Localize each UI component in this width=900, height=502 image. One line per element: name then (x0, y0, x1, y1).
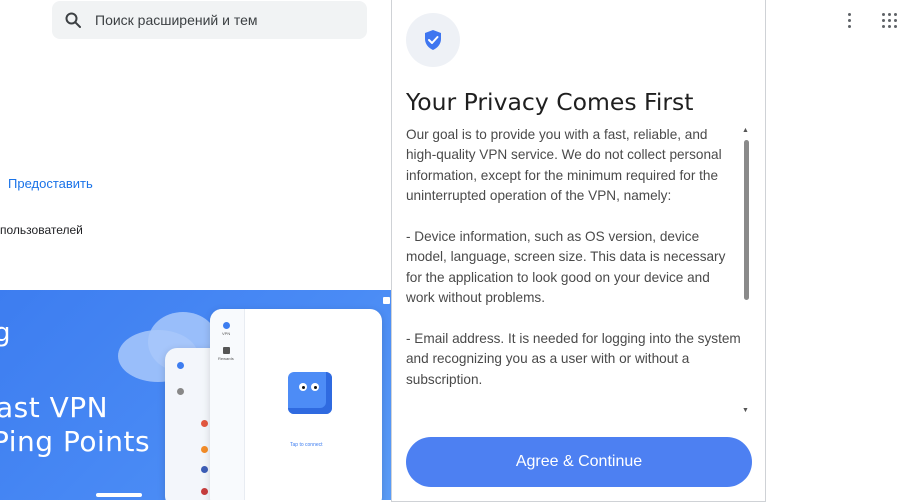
provide-link[interactable]: Предоставить (8, 176, 93, 191)
shield-check-icon (425, 30, 441, 50)
phone-mockup-front: VPN Rewards Tap to connect (210, 309, 382, 500)
banner-headline-line1: ast VPN (0, 391, 109, 424)
search-input[interactable]: Поиск расширений и тем (95, 12, 258, 28)
more-vert-icon[interactable] (848, 13, 852, 29)
popup-title: Your Privacy Comes First (406, 88, 694, 116)
arrow-icon (96, 493, 142, 497)
flag-icon (201, 488, 208, 495)
agree-continue-button[interactable]: Agree & Continue (406, 437, 752, 487)
scroll-up-arrow-icon[interactable]: ▲ (742, 127, 749, 134)
privacy-paragraph: - Email address. It is needed for loggin… (406, 331, 741, 387)
mockup-side-label: Rewards (218, 356, 234, 361)
flag-icon (201, 446, 208, 453)
mascot-cube-icon (288, 372, 332, 414)
eye-icon (311, 383, 319, 391)
banner-headline-line2: Ping Points (0, 425, 151, 458)
shield-badge (406, 13, 460, 67)
privacy-paragraph: - Device information, such as OS version… (406, 229, 726, 306)
banner-word-fragment: g (0, 318, 12, 348)
privacy-text[interactable]: Our goal is to provide you with a fast, … (406, 125, 741, 415)
promo-banner[interactable]: g ast VPN Ping Points VPN Rewards Tap to… (0, 290, 392, 500)
gift-icon (223, 347, 230, 354)
gift-icon (177, 388, 184, 395)
search-bar[interactable]: Поиск расширений и тем (52, 1, 367, 39)
globe-icon (223, 322, 230, 329)
search-icon (65, 12, 81, 28)
mockup-side-label: VPN (222, 331, 231, 336)
mockup-tap-label: Tap to connect (290, 442, 323, 448)
mockup-sidebar: VPN Rewards (210, 309, 245, 500)
users-count-text: пользователей (0, 223, 83, 237)
scrollbar-thumb[interactable] (744, 140, 749, 300)
banner-corner-mark (383, 297, 390, 304)
apps-grid-icon[interactable] (882, 13, 898, 29)
scroll-down-arrow-icon[interactable]: ▼ (742, 407, 749, 414)
flag-icon (201, 466, 208, 473)
globe-icon (177, 362, 184, 369)
privacy-popup: Your Privacy Comes First Our goal is to … (391, 0, 766, 502)
privacy-paragraph: Our goal is to provide you with a fast, … (406, 127, 722, 204)
flag-icon (201, 420, 208, 427)
eye-icon (299, 383, 307, 391)
